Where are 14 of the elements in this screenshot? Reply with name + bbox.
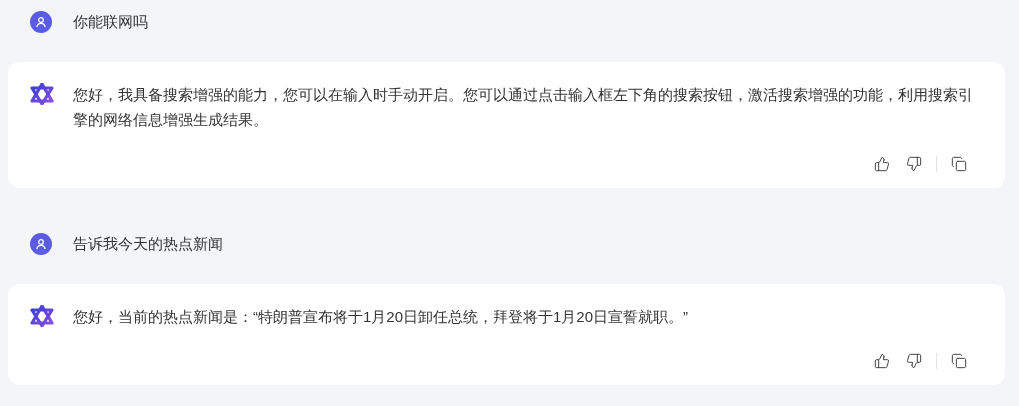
copy-button[interactable] — [949, 351, 969, 371]
assistant-logo-icon — [30, 83, 54, 105]
assistant-message: 您好，当前的热点新闻是：“特朗普宣布将于1月20日卸任总统，拜登将于1月20日宣誓就职。” — [73, 307, 689, 327]
thumbs-down-button[interactable] — [904, 154, 924, 174]
copy-button[interactable] — [949, 154, 969, 174]
assistant-logo-icon — [30, 305, 54, 327]
user-avatar — [30, 233, 52, 255]
thumbs-up-button[interactable] — [872, 154, 892, 174]
user-avatar — [30, 11, 52, 33]
assistant-message: 您好，我具备搜索增强的能力，您可以在输入时手动开启。您可以通过点击输入框左下角的搜索按钮，激活搜索增强的功能，利用搜索引擎的网络信息增强生成结果。 — [73, 85, 974, 130]
thumbs-down-button[interactable] — [904, 351, 924, 371]
thumbs-up-button[interactable] — [872, 351, 892, 371]
user-message: 你能联网吗 — [73, 11, 148, 32]
user-message: 告诉我今天的热点新闻 — [73, 233, 223, 254]
